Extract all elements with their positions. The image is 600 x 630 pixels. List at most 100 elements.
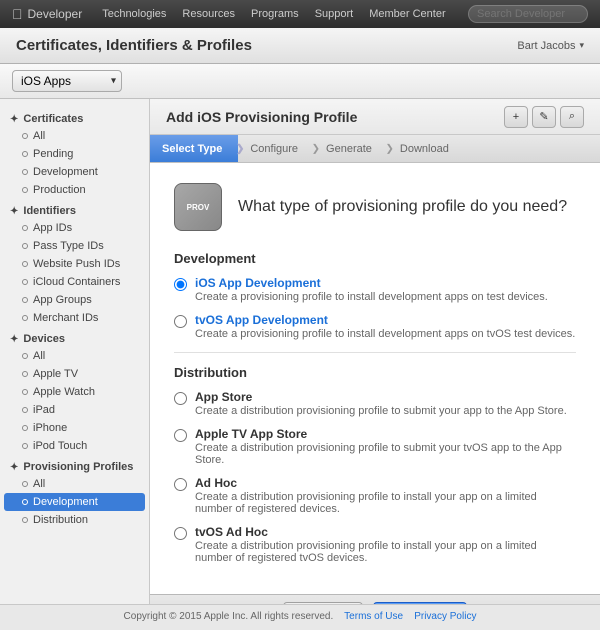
step-configure[interactable]: Configure: [238, 135, 314, 162]
nav-support[interactable]: Support: [315, 8, 354, 20]
sidebar-item-cert-all[interactable]: All: [0, 127, 149, 145]
nav-resources[interactable]: Resources: [182, 8, 235, 20]
nav-programs[interactable]: Programs: [251, 8, 299, 20]
sidebar-item-label: iCloud Containers: [33, 276, 120, 288]
identifiers-icon: ✦: [10, 206, 18, 217]
sidebar-item-icloud-containers[interactable]: iCloud Containers: [0, 273, 149, 291]
sidebar-item-label: Development: [33, 166, 98, 178]
step-label: Select Type: [162, 143, 222, 155]
radio-ad-hoc[interactable]: Ad Hoc Create a distribution provisionin…: [174, 476, 576, 515]
terms-link[interactable]: Terms of Use: [344, 611, 403, 622]
sidebar: ✦ Certificates All Pending Development P…: [0, 99, 150, 604]
user-info[interactable]: Bart Jacobs ▾: [517, 40, 584, 52]
tvos-ad-hoc-title: tvOS Ad Hoc: [195, 525, 576, 539]
sidebar-item-label: Pass Type IDs: [33, 240, 104, 252]
section-divider: [174, 352, 576, 353]
sidebar-item-website-push-ids[interactable]: Website Push IDs: [0, 255, 149, 273]
sidebar-item-app-ids[interactable]: App IDs: [0, 219, 149, 237]
ad-hoc-desc: Create a distribution provisioning profi…: [195, 491, 576, 515]
sidebar-item-label: Apple TV: [33, 368, 78, 380]
edit-button[interactable]: ✎: [532, 106, 556, 128]
form-content: PROV What type of provisioning profile d…: [150, 163, 600, 594]
ios-apps-select-wrap: iOS Apps macOS Apps tvOS Apps watchOS Ap…: [12, 70, 122, 92]
dot-icon: [22, 261, 28, 267]
sidebar-item-devices-all[interactable]: All: [0, 347, 149, 365]
steps-bar: Select Type Configure Generate Download: [150, 135, 600, 163]
nav-member-center[interactable]: Member Center: [369, 8, 445, 20]
app-store-desc: Create a distribution provisioning profi…: [195, 405, 567, 417]
radio-tvos-ad-hoc-input[interactable]: [174, 527, 187, 540]
panel-actions: + ✎ ⌕: [504, 106, 584, 128]
ios-dev-desc: Create a provisioning profile to install…: [195, 291, 548, 303]
add-button[interactable]: +: [504, 106, 528, 128]
sidebar-item-label: iPhone: [33, 422, 67, 434]
sidebar-item-label: App Groups: [33, 294, 92, 306]
dot-icon: [22, 243, 28, 249]
step-label: Configure: [250, 143, 298, 155]
sidebar-item-cert-production[interactable]: Production: [0, 181, 149, 199]
dot-icon: [22, 169, 28, 175]
sidebar-item-label: App IDs: [33, 222, 72, 234]
radio-appletv-store[interactable]: Apple TV App Store Create a distribution…: [174, 427, 576, 466]
header-bar: Certificates, Identifiers & Profiles Bar…: [0, 28, 600, 64]
nav-technologies[interactable]: Technologies: [102, 8, 166, 20]
sidebar-item-apple-watch[interactable]: Apple Watch: [0, 383, 149, 401]
sidebar-item-iphone[interactable]: iPhone: [0, 419, 149, 437]
cancel-button[interactable]: Cancel: [283, 602, 362, 605]
sidebar-item-profiles-all[interactable]: All: [0, 475, 149, 493]
search-button[interactable]: ⌕: [560, 106, 584, 128]
sidebar-item-cert-pending[interactable]: Pending: [0, 145, 149, 163]
sidebar-item-profiles-distribution[interactable]: Distribution: [0, 511, 149, 529]
form-question: What type of provisioning profile do you…: [238, 198, 567, 216]
continue-button[interactable]: Continue: [373, 602, 467, 605]
dot-icon: [22, 315, 28, 321]
app-selector-bar: iOS Apps macOS Apps tvOS Apps watchOS Ap…: [0, 64, 600, 99]
step-download[interactable]: Download: [388, 135, 465, 162]
sidebar-item-label: All: [33, 350, 45, 362]
dot-icon: [22, 389, 28, 395]
radio-app-store-input[interactable]: [174, 392, 187, 405]
radio-ad-hoc-input[interactable]: [174, 478, 187, 491]
radio-tvos-dev[interactable]: tvOS App Development Create a provisioni…: [174, 313, 576, 340]
dot-icon: [22, 225, 28, 231]
distribution-section-title: Distribution: [174, 365, 576, 380]
sidebar-item-pass-type-ids[interactable]: Pass Type IDs: [0, 237, 149, 255]
tvos-ad-hoc-desc: Create a distribution provisioning profi…: [195, 540, 576, 564]
developer-label: Developer: [28, 7, 83, 21]
app-store-title: App Store: [195, 390, 567, 404]
sidebar-item-app-groups[interactable]: App Groups: [0, 291, 149, 309]
sidebar-item-ipad[interactable]: iPad: [0, 401, 149, 419]
privacy-link[interactable]: Privacy Policy: [414, 611, 476, 622]
sidebar-item-profiles-development[interactable]: Development: [4, 493, 145, 511]
dot-icon: [22, 279, 28, 285]
sidebar-section-identifiers: ✦ Identifiers: [0, 199, 149, 219]
step-generate[interactable]: Generate: [314, 135, 388, 162]
ios-dev-title: iOS App Development: [195, 276, 548, 290]
dot-icon: [22, 297, 28, 303]
sidebar-item-ipod-touch[interactable]: iPod Touch: [0, 437, 149, 455]
prov-icon-label: PROV: [187, 203, 210, 212]
sidebar-item-cert-development[interactable]: Development: [0, 163, 149, 181]
tvos-dev-title: tvOS App Development: [195, 313, 575, 327]
prov-icon: PROV: [174, 183, 222, 231]
sidebar-section-certificates: ✦ Certificates: [0, 107, 149, 127]
ios-apps-select[interactable]: iOS Apps macOS Apps tvOS Apps watchOS Ap…: [12, 70, 122, 92]
certificates-label: Certificates: [23, 113, 83, 125]
dot-icon: [22, 353, 28, 359]
apple-logo:  Developer: [12, 6, 82, 22]
tvos-dev-desc: Create a provisioning profile to install…: [195, 328, 575, 340]
radio-tvos-dev-input[interactable]: [174, 315, 187, 328]
radio-tvos-ad-hoc[interactable]: tvOS Ad Hoc Create a distribution provis…: [174, 525, 576, 564]
radio-ios-dev-input[interactable]: [174, 278, 187, 291]
dot-icon: [22, 425, 28, 431]
dot-icon: [22, 371, 28, 377]
identifiers-label: Identifiers: [23, 205, 76, 217]
search-input[interactable]: [468, 5, 588, 23]
sidebar-item-apple-tv[interactable]: Apple TV: [0, 365, 149, 383]
sidebar-item-merchant-ids[interactable]: Merchant IDs: [0, 309, 149, 327]
radio-appletv-store-input[interactable]: [174, 429, 187, 442]
devices-label: Devices: [23, 333, 65, 345]
radio-ios-dev[interactable]: iOS App Development Create a provisionin…: [174, 276, 576, 303]
radio-app-store[interactable]: App Store Create a distribution provisio…: [174, 390, 576, 417]
step-select-type[interactable]: Select Type: [150, 135, 238, 162]
